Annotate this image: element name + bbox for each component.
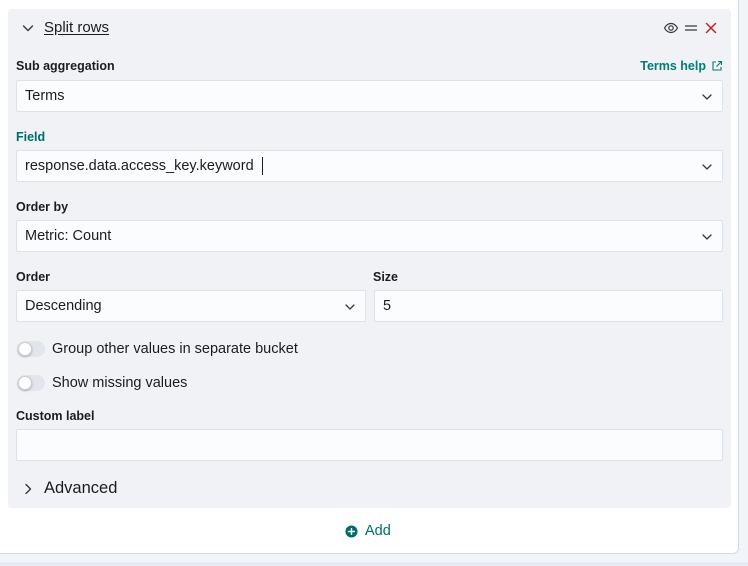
advanced-toggle[interactable]: Advanced (44, 479, 117, 498)
order-by-select[interactable]: Metric: Count (16, 220, 723, 252)
field-label: Field (16, 130, 46, 144)
chevron-down-icon (345, 304, 355, 310)
chevron-down-icon[interactable] (20, 20, 36, 36)
add-button[interactable]: Add (345, 523, 391, 539)
split-rows-panel: Split rows Sub aggregation Terms help Te… (8, 9, 731, 508)
custom-label-label: Custom label (16, 409, 95, 423)
terms-help-link[interactable]: Terms help (640, 59, 723, 73)
order-by-label: Order by (16, 200, 69, 214)
sub-aggregation-label: Sub aggregation (16, 59, 115, 73)
sub-aggregation-value: Terms (25, 88, 65, 104)
custom-label-input[interactable] (16, 429, 723, 461)
order-select[interactable]: Descending (16, 290, 366, 322)
chevron-right-icon[interactable] (20, 481, 36, 497)
field-value: response.data.access_key.keyword (25, 158, 254, 174)
close-icon[interactable] (703, 20, 719, 36)
terms-help-label: Terms help (640, 59, 706, 73)
text-cursor (261, 157, 263, 175)
order-value: Descending (25, 298, 102, 314)
show-missing-label: Show missing values (52, 375, 188, 391)
group-other-toggle[interactable] (17, 341, 45, 357)
plus-circle-icon (345, 524, 358, 538)
chevron-down-icon (702, 234, 712, 240)
drag-handle-icon[interactable] (683, 20, 699, 36)
external-link-icon (712, 60, 723, 71)
chevron-down-icon (702, 164, 712, 170)
order-label: Order (16, 270, 51, 284)
bottom-divider (0, 562, 748, 566)
sub-aggregation-select[interactable]: Terms (16, 80, 723, 112)
add-label: Add (365, 523, 391, 539)
aggregation-card: Split rows Sub aggregation Terms help Te… (0, 0, 739, 554)
panel-title[interactable]: Split rows (44, 19, 109, 36)
eye-icon[interactable] (663, 20, 679, 36)
size-input[interactable]: 5 (374, 290, 723, 322)
chevron-down-icon (702, 94, 712, 100)
field-combobox[interactable]: response.data.access_key.keyword (16, 150, 723, 182)
show-missing-toggle[interactable] (17, 375, 45, 391)
size-value: 5 (383, 298, 392, 314)
size-label: Size (373, 270, 399, 284)
group-other-label: Group other values in separate bucket (52, 341, 298, 357)
order-by-value: Metric: Count (25, 228, 112, 244)
